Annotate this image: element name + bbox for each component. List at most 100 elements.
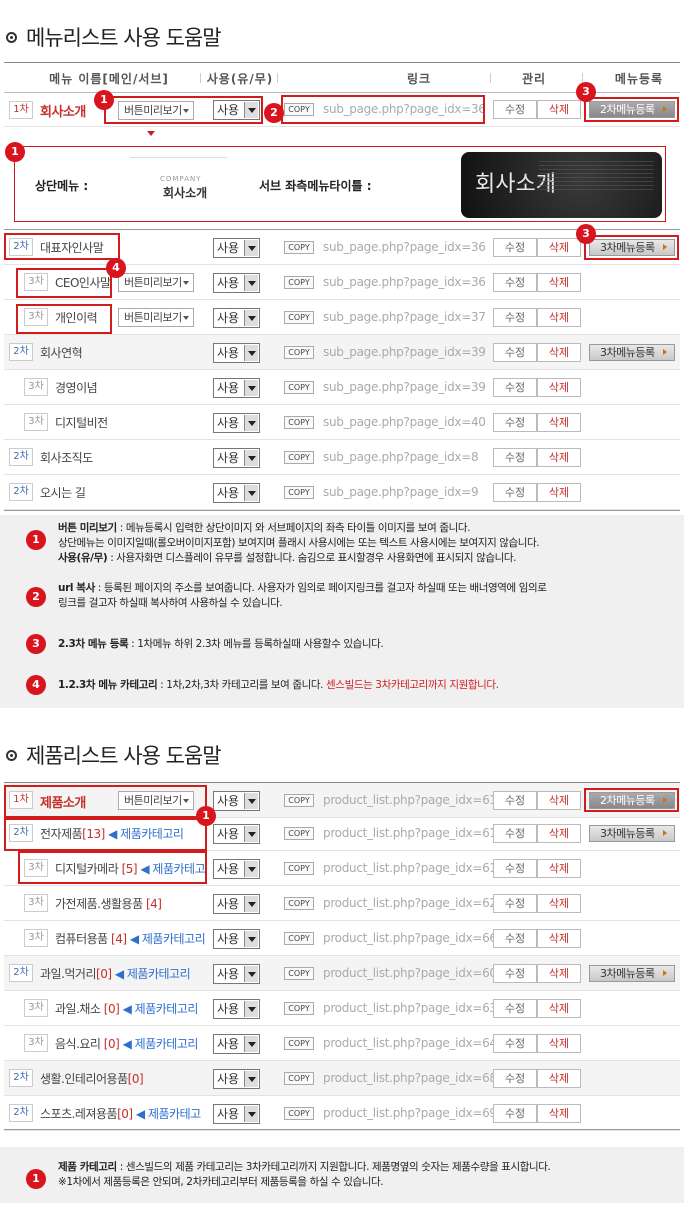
button-preview-select[interactable]: 버튼미리보기 — [118, 308, 194, 327]
use-select[interactable]: 사용 — [213, 1069, 260, 1089]
page-link[interactable]: product_list.php?page_idx=61 — [323, 826, 497, 840]
copy-url-button[interactable]: COPY — [284, 1037, 314, 1050]
category-link[interactable]: ◀ 제품카테고리 — [127, 932, 206, 946]
menu-name[interactable]: 회사연혁 — [40, 344, 83, 361]
edit-button[interactable]: 수정 — [493, 100, 537, 119]
copy-url-button[interactable]: COPY — [284, 381, 314, 394]
use-select[interactable]: 사용 — [213, 308, 260, 328]
page-link[interactable]: sub_page.php?page_idx=8 — [323, 450, 479, 464]
delete-button[interactable]: 삭제 — [537, 413, 581, 432]
delete-button[interactable]: 삭제 — [537, 483, 581, 502]
edit-button[interactable]: 수정 — [493, 238, 537, 257]
page-link[interactable]: product_list.php?page_idx=61 — [323, 861, 497, 875]
use-select[interactable]: 사용 — [213, 378, 260, 398]
edit-button[interactable]: 수정 — [493, 308, 537, 327]
delete-button[interactable]: 삭제 — [537, 894, 581, 913]
page-link[interactable]: product_list.php?page_idx=64 — [323, 1036, 497, 1050]
copy-url-button[interactable]: COPY — [284, 862, 314, 875]
delete-button[interactable]: 삭제 — [537, 273, 581, 292]
use-select[interactable]: 사용 — [213, 859, 260, 879]
menu-name[interactable]: 스포츠.레져용품[0] ◀ 제품카테고 — [40, 1105, 201, 1122]
register-submenu-button[interactable]: 3차메뉴등록 — [589, 344, 675, 361]
delete-button[interactable]: 삭제 — [537, 343, 581, 362]
delete-button[interactable]: 삭제 — [537, 1034, 581, 1053]
copy-url-button[interactable]: COPY — [284, 967, 314, 980]
register-submenu-button[interactable]: 3차메뉴등록 — [589, 825, 675, 842]
edit-button[interactable]: 수정 — [493, 343, 537, 362]
copy-url-button[interactable]: COPY — [284, 451, 314, 464]
edit-button[interactable]: 수정 — [493, 483, 537, 502]
edit-button[interactable]: 수정 — [493, 859, 537, 878]
menu-name[interactable]: 생활.인테리어용품[0] — [40, 1070, 144, 1087]
delete-button[interactable]: 삭제 — [537, 824, 581, 843]
edit-button[interactable]: 수정 — [493, 791, 537, 810]
copy-url-button[interactable]: COPY — [284, 1002, 314, 1015]
use-select[interactable]: 사용 — [213, 894, 260, 914]
page-link[interactable]: sub_page.php?page_idx=9 — [323, 485, 479, 499]
use-select[interactable]: 사용 — [213, 999, 260, 1019]
use-select[interactable]: 사용 — [213, 964, 260, 984]
menu-name[interactable]: 회사조직도 — [40, 449, 93, 466]
copy-url-button[interactable]: COPY — [284, 827, 314, 840]
edit-button[interactable]: 수정 — [493, 378, 537, 397]
menu-name[interactable]: 컴퓨터용품 [4] ◀ 제품카테고리 — [55, 930, 206, 947]
use-select[interactable]: 사용 — [213, 238, 260, 258]
edit-button[interactable]: 수정 — [493, 964, 537, 983]
edit-button[interactable]: 수정 — [493, 448, 537, 467]
use-select[interactable]: 사용 — [213, 273, 260, 293]
delete-button[interactable]: 삭제 — [537, 929, 581, 948]
menu-name[interactable]: 회사소개 — [40, 101, 86, 120]
copy-url-button[interactable]: COPY — [284, 932, 314, 945]
delete-button[interactable]: 삭제 — [537, 100, 581, 119]
page-link[interactable]: sub_page.php?page_idx=39 — [323, 345, 486, 359]
edit-button[interactable]: 수정 — [493, 413, 537, 432]
category-link[interactable]: ◀ 제품카테고리 — [112, 967, 191, 981]
edit-button[interactable]: 수정 — [493, 894, 537, 913]
edit-button[interactable]: 수정 — [493, 1104, 537, 1123]
register-submenu-button[interactable]: 3차메뉴등록 — [589, 965, 675, 982]
delete-button[interactable]: 삭제 — [537, 378, 581, 397]
delete-button[interactable]: 삭제 — [537, 999, 581, 1018]
menu-name[interactable]: 가전제품.생활용품 [4] — [55, 895, 162, 912]
copy-url-button[interactable]: COPY — [284, 794, 314, 807]
menu-name[interactable]: 오시는 길 — [40, 484, 86, 501]
copy-url-button[interactable]: COPY — [284, 241, 314, 254]
copy-url-button[interactable]: COPY — [284, 416, 314, 429]
menu-name[interactable]: 디지털비전 — [55, 414, 108, 431]
page-link[interactable]: product_list.php?page_idx=66 — [323, 931, 497, 945]
menu-name[interactable]: 과일.채소 [0] ◀ 제품카테고리 — [55, 1000, 198, 1017]
delete-button[interactable]: 삭제 — [537, 1069, 581, 1088]
delete-button[interactable]: 삭제 — [537, 308, 581, 327]
page-link[interactable]: product_list.php?page_idx=62 — [323, 896, 497, 910]
delete-button[interactable]: 삭제 — [537, 1104, 581, 1123]
page-link[interactable]: sub_page.php?page_idx=39 — [323, 380, 486, 394]
page-link[interactable]: product_list.php?page_idx=69 — [323, 1106, 497, 1120]
copy-url-button[interactable]: COPY — [284, 1072, 314, 1085]
edit-button[interactable]: 수정 — [493, 824, 537, 843]
copy-url-button[interactable]: COPY — [284, 897, 314, 910]
use-select[interactable]: 사용 — [213, 448, 260, 468]
menu-name[interactable]: 음식.요리 [0] ◀ 제품카테고리 — [55, 1035, 198, 1052]
delete-button[interactable]: 삭제 — [537, 791, 581, 810]
edit-button[interactable]: 수정 — [493, 929, 537, 948]
copy-url-button[interactable]: COPY — [284, 311, 314, 324]
edit-button[interactable]: 수정 — [493, 1069, 537, 1088]
use-select[interactable]: 사용 — [213, 1104, 260, 1124]
use-select[interactable]: 사용 — [213, 824, 260, 844]
menu-name[interactable]: 과일.먹거리[0] ◀ 제품카테고리 — [40, 965, 191, 982]
page-link[interactable]: product_list.php?page_idx=63 — [323, 1001, 497, 1015]
use-select[interactable]: 사용 — [213, 483, 260, 503]
page-link[interactable]: product_list.php?page_idx=68 — [323, 1071, 497, 1085]
use-select[interactable]: 사용 — [213, 791, 260, 811]
copy-url-button[interactable]: COPY — [284, 276, 314, 289]
delete-button[interactable]: 삭제 — [537, 238, 581, 257]
page-link[interactable]: sub_page.php?page_idx=40 — [323, 415, 486, 429]
copy-url-button[interactable]: COPY — [284, 1107, 314, 1120]
page-link[interactable]: product_list.php?page_idx=60 — [323, 966, 497, 980]
edit-button[interactable]: 수정 — [493, 999, 537, 1018]
use-select[interactable]: 사용 — [213, 343, 260, 363]
menu-name[interactable]: 경영이념 — [55, 379, 98, 396]
page-link[interactable]: sub_page.php?page_idx=37 — [323, 310, 486, 324]
category-link[interactable]: ◀ 제품카테고 — [133, 1107, 201, 1121]
delete-button[interactable]: 삭제 — [537, 859, 581, 878]
